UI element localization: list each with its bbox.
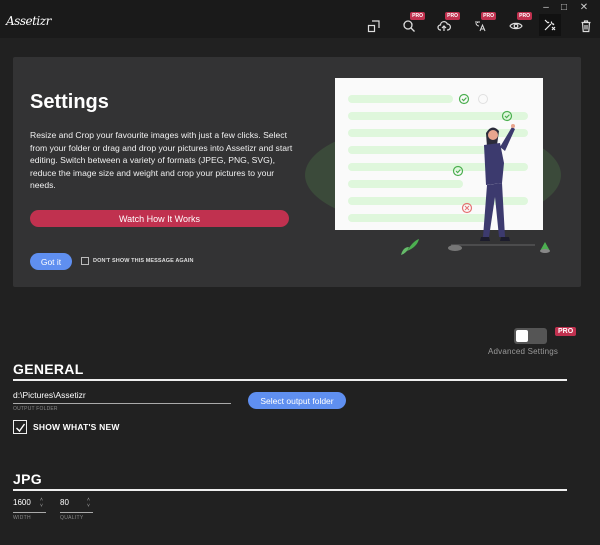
pro-badge: PRO (445, 12, 460, 20)
output-folder-caption: OUTPUT FOLDER (13, 406, 58, 412)
jpg-quality-input[interactable]: 80 (60, 498, 69, 507)
show-whats-new-checkbox[interactable] (13, 420, 27, 434)
width-caption: WIDTH (13, 515, 31, 521)
show-whats-new-option[interactable]: SHOW WHAT'S NEW (13, 420, 120, 434)
quality-caption: QUALITY (60, 515, 84, 521)
width-spinner-icon[interactable]: ˄ ˅ (40, 497, 43, 509)
translate-tool-button[interactable]: PRO (470, 12, 496, 36)
watch-how-it-works-button[interactable]: Watch How It Works (30, 210, 289, 227)
trash-icon (581, 20, 591, 33)
resize-tool-button[interactable] (364, 16, 384, 36)
translate-icon (475, 21, 486, 32)
banner-description: Resize and Crop your favourite images wi… (30, 130, 293, 191)
dont-show-again-option[interactable]: DON'T SHOW THIS MESSAGE AGAIN (81, 257, 194, 265)
output-folder-input[interactable]: d:\Pictures\Assetizr (13, 390, 86, 400)
output-folder-underline (13, 403, 231, 404)
checkmark-icon (15, 423, 25, 432)
toggle-knob (516, 330, 528, 342)
preview-tool-button[interactable]: PRO (506, 12, 532, 36)
pro-badge: PRO (481, 12, 496, 20)
advanced-pro-badge: PRO (555, 327, 577, 336)
close-button[interactable]: ✕ (576, 2, 592, 13)
tools-icon (544, 19, 556, 31)
general-divider (13, 379, 567, 381)
minimize-button[interactable]: – (538, 2, 554, 13)
jpg-section-title: JPG (13, 471, 42, 487)
quality-underline (60, 512, 93, 513)
delete-tool-button[interactable] (576, 16, 596, 36)
quality-spinner-icon[interactable]: ˄ ˅ (87, 497, 90, 509)
jpg-divider (13, 489, 567, 491)
eye-icon (509, 22, 523, 30)
advanced-settings-toggle[interactable] (514, 328, 547, 344)
welcome-banner: Settings Resize and Crop your favourite … (13, 57, 581, 287)
app-logo: Assetizr (6, 14, 51, 28)
dont-show-again-checkbox[interactable] (81, 257, 89, 265)
banner-title: Settings (30, 91, 109, 113)
pro-badge: PRO (517, 12, 532, 20)
resize-icon (367, 20, 380, 33)
dont-show-again-label: DON'T SHOW THIS MESSAGE AGAIN (93, 258, 194, 264)
select-output-folder-button[interactable]: Select output folder (248, 392, 346, 409)
width-underline (13, 512, 46, 513)
search-icon (403, 20, 415, 32)
search-tool-button[interactable]: PRO (399, 12, 425, 36)
general-section-title: GENERAL (13, 361, 84, 377)
got-it-button[interactable]: Got it (30, 253, 72, 270)
maximize-button[interactable]: □ (556, 2, 572, 13)
settings-tool-button[interactable] (539, 14, 561, 36)
title-bar: Assetizr – □ ✕ PRO PRO PRO PRO (0, 0, 600, 38)
pro-badge: PRO (410, 12, 425, 20)
settings-illustration (305, 78, 561, 255)
cloud-upload-icon (437, 21, 451, 31)
show-whats-new-label: SHOW WHAT'S NEW (33, 422, 120, 432)
advanced-settings-label: Advanced Settings (488, 347, 559, 356)
cloud-upload-tool-button[interactable]: PRO (434, 12, 460, 36)
jpg-width-input[interactable]: 1600 (13, 498, 31, 507)
